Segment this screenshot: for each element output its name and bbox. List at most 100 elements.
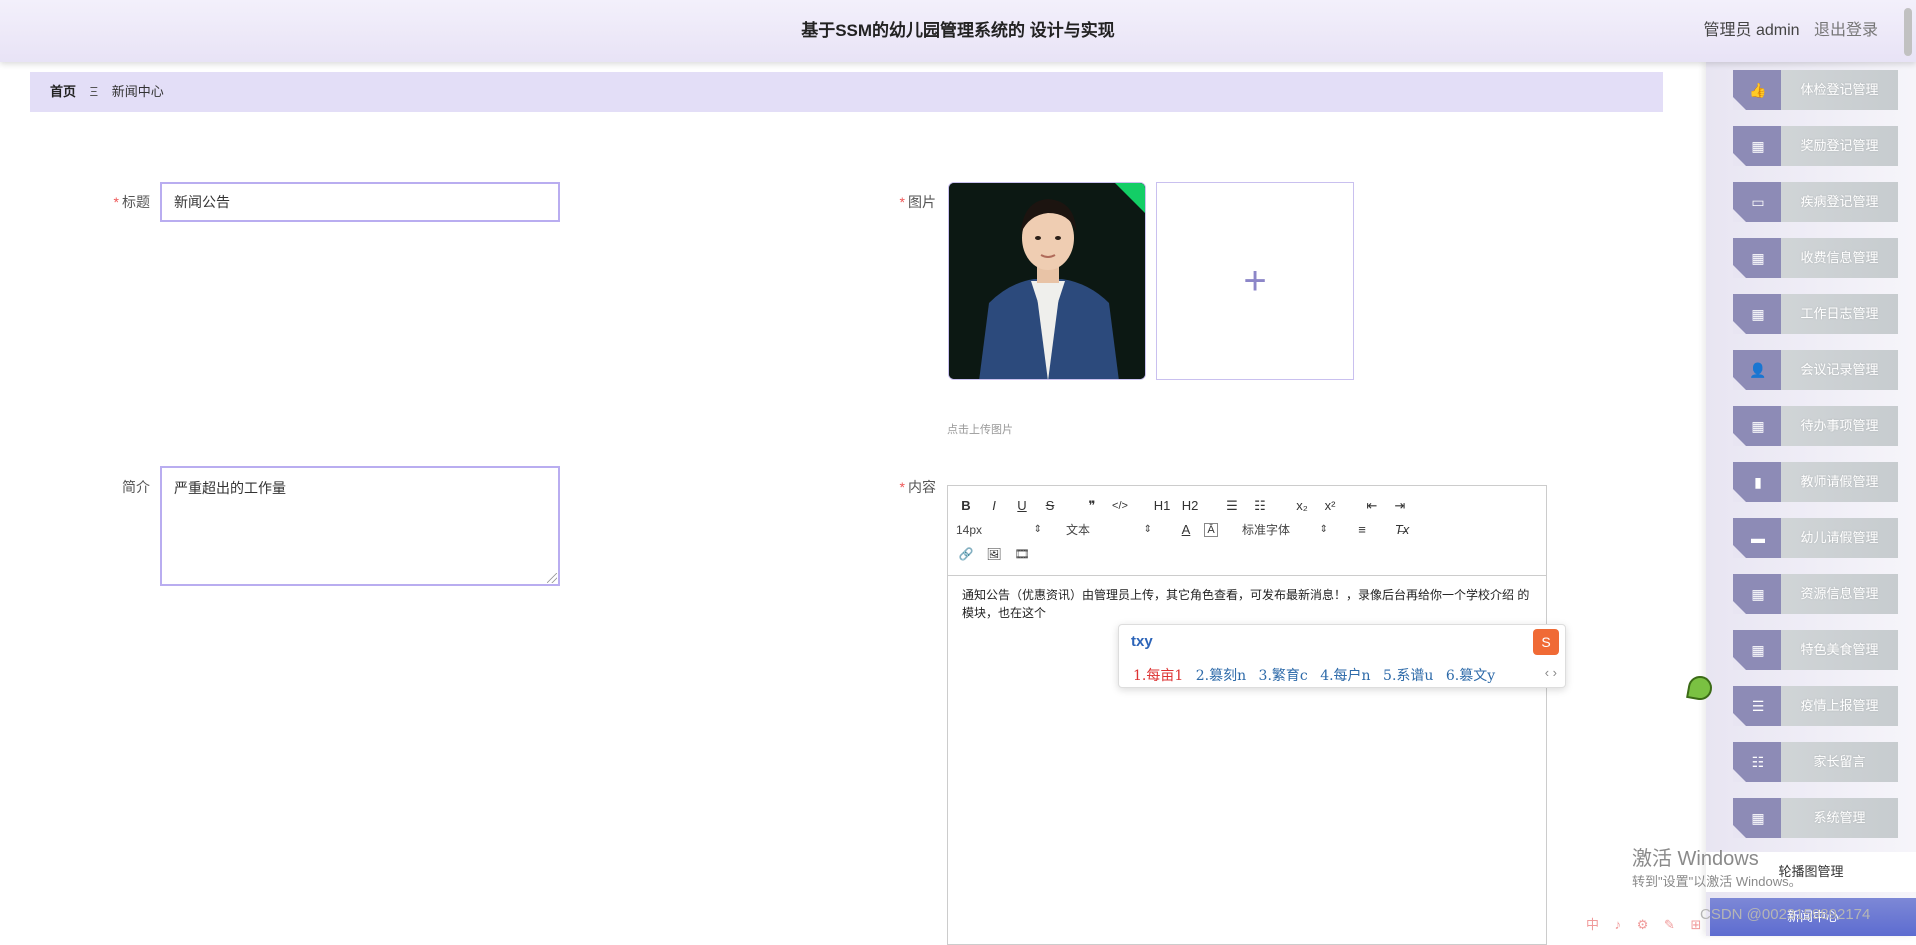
breadcrumb-separator: Ξ: [89, 84, 99, 99]
monitor-icon: ▭: [1751, 194, 1765, 210]
ime-candidate[interactable]: 6.篡文y: [1446, 668, 1495, 684]
ime-candidate-window: txy S 1.每亩1 2.篡刻n 3.繁育c 4.每户n 5.系谱u 6.篡文…: [1118, 624, 1566, 688]
title-label-text: 标题: [122, 194, 150, 210]
rich-text-editor[interactable]: B I U S ❞ </> H1 H2 ☰ ☷ x₂ x² ⇤ ⇥ 14px ⇕ …: [947, 485, 1547, 945]
sidebar-item-todos[interactable]: ▦ 待办事项管理: [1733, 406, 1898, 446]
image-label-text: 图片: [908, 194, 936, 210]
thumb-icon: 👍: [1749, 82, 1767, 98]
ime-logo-icon: S: [1533, 629, 1559, 655]
toolbar-row-2: 14px ⇕ 文本 ⇕ A Ā 标准字体 ⇕ ≡ T̶x: [956, 520, 1420, 540]
bullet-list-icon[interactable]: ☷: [1250, 496, 1270, 516]
add-image-button[interactable]: +: [1156, 182, 1354, 380]
grid-icon: ▦: [1751, 418, 1765, 434]
underline-button[interactable]: U: [1012, 496, 1032, 516]
ime-candidate[interactable]: 2.篡刻n: [1196, 668, 1246, 684]
upload-tip: 点击上传图片: [947, 424, 1013, 436]
content-label-text: 内容: [908, 479, 936, 495]
editor-toolbar: B I U S ❞ </> H1 H2 ☰ ☷ x₂ x² ⇤ ⇥ 14px ⇕ …: [948, 486, 1546, 576]
logout-button[interactable]: 退出登录: [1814, 22, 1878, 39]
clear-format-icon[interactable]: T̶x: [1392, 520, 1412, 540]
sidebar-item-work-log[interactable]: ▦ 工作日志管理: [1733, 294, 1898, 334]
resize-handle[interactable]: [547, 573, 557, 583]
sidebar-item-health-check[interactable]: 👍 体检登记管理: [1733, 70, 1898, 110]
uploaded-image-thumbnail[interactable]: [948, 182, 1146, 380]
font-family-select[interactable]: 标准字体 ⇕: [1242, 520, 1328, 540]
sidebar-item-label: 工作日志管理: [1800, 306, 1879, 321]
sidebar-item-parent-messages[interactable]: ☷ 家长留言: [1733, 742, 1898, 782]
sidebar-item-resources[interactable]: ▦ 资源信息管理: [1733, 574, 1898, 614]
ime-candidate[interactable]: 3.繁育c: [1259, 668, 1308, 684]
grid-icon: ▦: [1751, 138, 1765, 154]
video-icon[interactable]: 🎞: [1012, 544, 1032, 564]
subscript-button[interactable]: x₂: [1292, 496, 1312, 516]
h2-button[interactable]: H2: [1180, 496, 1200, 516]
select-arrow-icon: ⇕: [1033, 524, 1042, 535]
intro-textarea[interactable]: 严重超出的工作量: [160, 466, 560, 586]
grid-icon: ▦: [1751, 306, 1765, 322]
intro-label: 简介: [70, 477, 150, 497]
strike-button[interactable]: S: [1040, 496, 1060, 516]
link-icon[interactable]: 🔗: [956, 544, 976, 564]
sidebar-item-teacher-leave[interactable]: ▮ 教师请假管理: [1733, 462, 1898, 502]
required-mark: *: [899, 479, 905, 495]
ime-composition: txy: [1131, 633, 1153, 650]
indent-icon[interactable]: ⇥: [1390, 496, 1410, 516]
top-header: 基于SSM的幼儿园管理系统的 设计与实现 管理员 admin 退出登录: [0, 0, 1916, 62]
title-label: * 标题: [70, 192, 150, 212]
font-size-value: 14px: [956, 523, 983, 537]
grid-icon: ▦: [1751, 642, 1765, 658]
sidebar-item-label: 特色美食管理: [1800, 642, 1879, 657]
toolbar-row-3: 🔗 🖼 🎞: [956, 544, 1040, 564]
ime-candidate[interactable]: 1.每亩1: [1133, 668, 1183, 684]
sidebar-item-rewards[interactable]: ▦ 奖励登记管理: [1733, 126, 1898, 166]
page-title: 基于SSM的幼儿园管理系统的 设计与实现: [801, 21, 1115, 40]
align-icon[interactable]: ≡: [1352, 520, 1372, 540]
chart-icon: ▮: [1754, 474, 1762, 490]
sidebar-item-label: 系统管理: [1813, 810, 1866, 825]
image-icon[interactable]: 🖼: [984, 544, 1004, 564]
bold-button[interactable]: B: [956, 496, 976, 516]
list-icon: ☰: [1751, 698, 1765, 714]
sidebar-item-system[interactable]: ▦ 系统管理: [1733, 798, 1898, 838]
font-color-icon[interactable]: A: [1176, 520, 1196, 540]
h1-button[interactable]: H1: [1152, 496, 1172, 516]
sidebar-item-label: 幼儿请假管理: [1800, 530, 1879, 545]
window-scrollbar[interactable]: [1902, 0, 1914, 62]
quote-icon[interactable]: ❞: [1082, 496, 1102, 516]
sidebar-item-food[interactable]: ▦ 特色美食管理: [1733, 630, 1898, 670]
ime-page-nav[interactable]: ‹ ›: [1545, 665, 1557, 680]
breadcrumb-home[interactable]: 首页: [50, 84, 76, 99]
title-input[interactable]: 新闻公告: [160, 182, 560, 222]
breadcrumb: 首页 Ξ 新闻中心: [30, 72, 1663, 112]
ime-taskbar-icons: 中 ♪ ⚙ ✎ ⊞: [1586, 917, 1708, 932]
right-sidebar: 👍 体检登记管理 ▦ 奖励登记管理 ▭ 疾病登记管理 ▦ 收费信息管理 ▦ 工作日志管理 …: [1706, 62, 1916, 936]
sidebar-item-label: 疾病登记管理: [1800, 194, 1879, 209]
block-type-value: 文本: [1066, 523, 1091, 537]
code-icon[interactable]: </>: [1110, 496, 1130, 516]
outdent-icon[interactable]: ⇤: [1362, 496, 1382, 516]
select-arrow-icon: ⇕: [1143, 524, 1152, 535]
italic-button[interactable]: I: [984, 496, 1004, 516]
windows-activation-sub: 转到"设置"以激活 Windows。: [1632, 874, 1802, 889]
ordered-list-icon[interactable]: ☰: [1222, 496, 1242, 516]
sidebar-item-child-leave[interactable]: ▬ 幼儿请假管理: [1733, 518, 1898, 558]
ime-candidates: 1.每亩1 2.篡刻n 3.繁育c 4.每户n 5.系谱u 6.篡文y: [1133, 665, 1503, 685]
sidebar-item-label: 疫情上报管理: [1800, 698, 1879, 713]
sidebar-item-label: 收费信息管理: [1800, 250, 1879, 265]
user-area: 管理员 admin 退出登录: [1704, 0, 1879, 62]
block-type-select[interactable]: 文本 ⇕: [1066, 520, 1152, 540]
background-color-icon[interactable]: Ā: [1204, 523, 1218, 537]
grid-icon: ▦: [1751, 586, 1765, 602]
required-mark: *: [899, 194, 905, 210]
sidebar-item-label: 待办事项管理: [1800, 418, 1879, 433]
plus-icon: +: [1243, 259, 1267, 303]
sidebar-item-disease[interactable]: ▭ 疾病登记管理: [1733, 182, 1898, 222]
sidebar-item-epidemic[interactable]: ☰ 疫情上报管理: [1733, 686, 1898, 726]
scrollbar-thumb[interactable]: [1904, 8, 1912, 56]
font-size-select[interactable]: 14px ⇕: [956, 520, 1042, 540]
superscript-button[interactable]: x²: [1320, 496, 1340, 516]
sidebar-item-fees[interactable]: ▦ 收费信息管理: [1733, 238, 1898, 278]
ime-candidate[interactable]: 5.系谱u: [1383, 668, 1433, 684]
sidebar-item-meetings[interactable]: 👤 会议记录管理: [1733, 350, 1898, 390]
ime-candidate[interactable]: 4.每户n: [1320, 668, 1370, 684]
